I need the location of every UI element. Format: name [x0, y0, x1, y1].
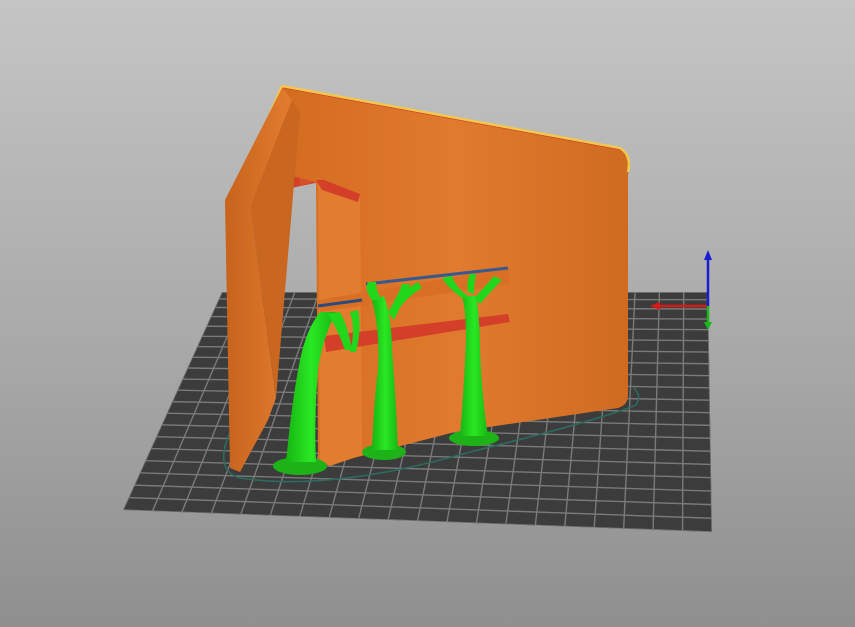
scene-canvas[interactable] [0, 0, 855, 627]
3d-viewport[interactable] [0, 0, 855, 627]
z-axis-arrow-icon [704, 250, 712, 260]
